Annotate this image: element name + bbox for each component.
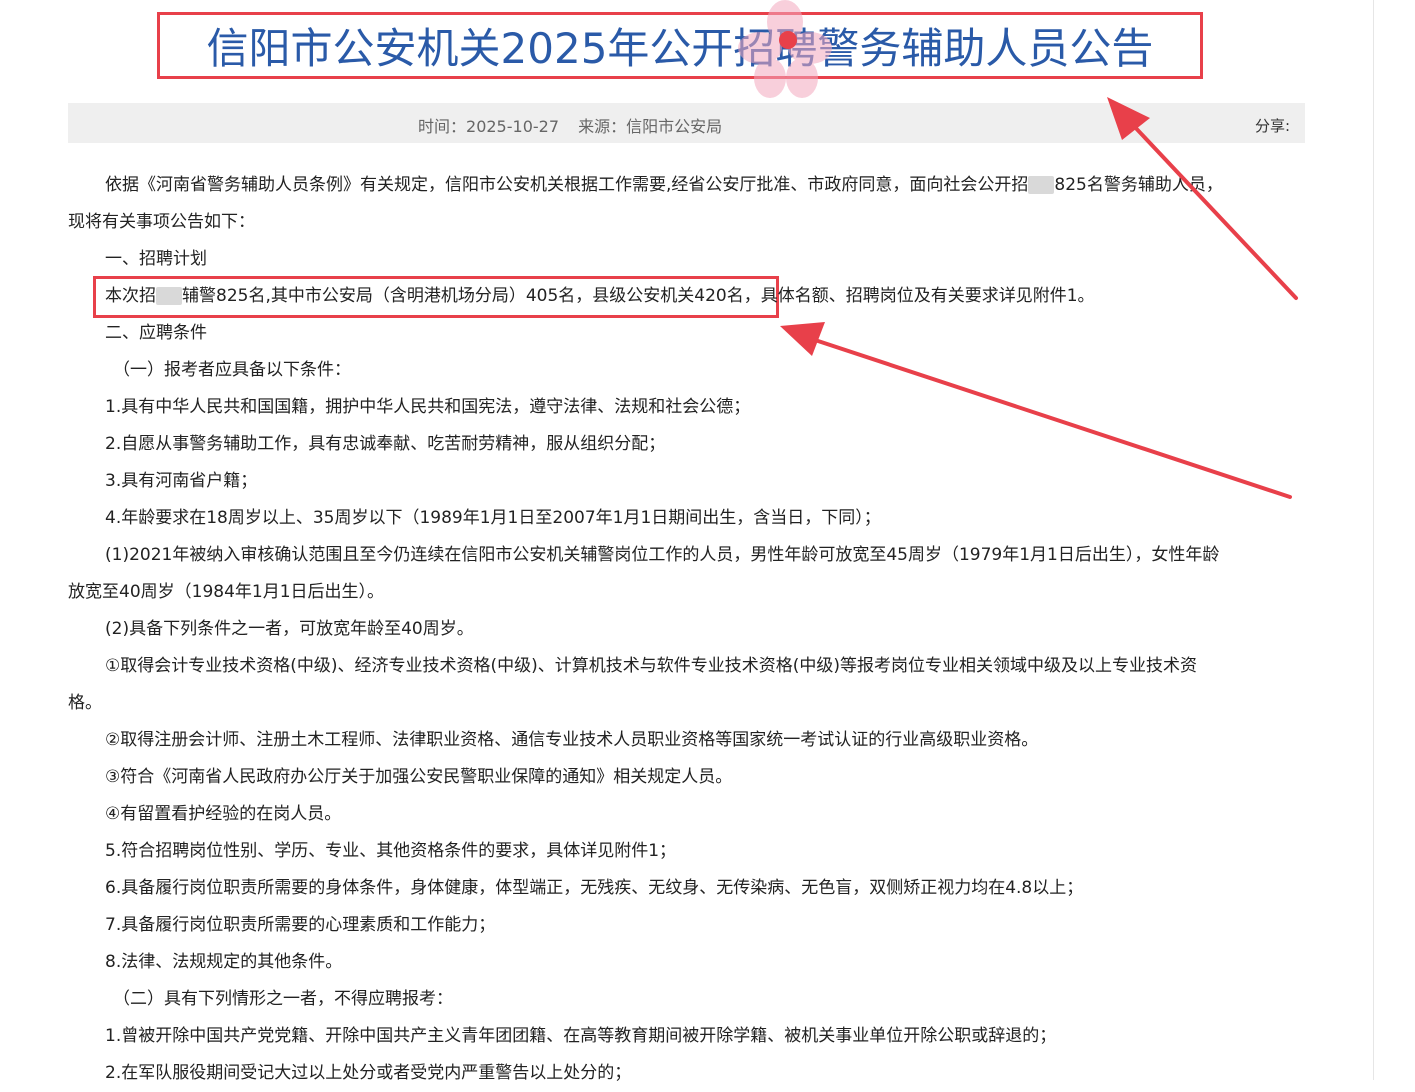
arrow-to-recruit-plan (780, 322, 1292, 499)
source-info: 来源：信阳市公安局 (578, 117, 722, 136)
time-value: 2025-10-27 (466, 117, 559, 136)
sub-heading: （二）具有下列情形之一者，不得应聘报考： (113, 989, 453, 1009)
time-label: 时间： (418, 117, 467, 136)
list-item: ①取得会计专业技术资格(中级)、经济专业技术资格(中级)、计算机技术与软件专业技… (105, 656, 1198, 676)
list-item: 1.具有中华人民共和国国籍，拥护中华人民共和国宪法，遵守法律、法规和社会公德； (105, 397, 751, 417)
page-edge-line (1373, 0, 1374, 1080)
section-heading: 一、招聘计划 (105, 249, 207, 269)
list-item: 3.具有河南省户籍； (105, 471, 258, 491)
section-heading: 二、应聘条件 (105, 323, 207, 343)
sub-heading: （一）报考者应具备以下条件： (113, 360, 351, 380)
list-item: ②取得注册会计师、注册土木工程师、法律职业资格、通信专业技术人员职业资格等国家统… (105, 730, 1039, 750)
list-item: ③符合《河南省人民政府办公厅关于加强公安民警职业保障的通知》相关规定人员。 (105, 767, 733, 787)
list-item: 2.自愿从事警务辅助工作，具有忠诚奉献、吃苦耐劳精神，服从组织分配； (105, 434, 666, 454)
list-item: 5.符合招聘岗位性别、学历、专业、其他资格条件的要求，具体详见附件1； (105, 841, 677, 861)
meta-bar: 时间：2025-10-27 来源：信阳市公安局 分享: (68, 103, 1305, 143)
share-button[interactable]: 分享: (1255, 115, 1290, 136)
list-item: 1.曾被开除中国共产党党籍、开除中国共产主义青年团团籍、在高等教育期间被开除学籍… (105, 1026, 1057, 1046)
list-item: 8.法律、法规规定的其他条件。 (105, 952, 343, 972)
source-label: 来源： (578, 117, 627, 136)
paragraph-line: 依据《河南省警务辅助人员条例》有关规定，信阳市公安机关根据工作需要,经省公安厅批… (105, 175, 1223, 195)
title-highlight-box: 信阳市公安机关2025年公开招聘警务辅助人员公告 (157, 12, 1203, 79)
source-value: 信阳市公安局 (626, 117, 723, 136)
list-item: 6.具备履行岗位职责所需要的身体条件，身体健康，体型端正，无残疾、无纹身、无传染… (105, 878, 1084, 898)
list-item-continued: 格。 (68, 693, 102, 713)
list-item: 4.年龄要求在18周岁以上、35周岁以下（1989年1月1日至2007年1月1日… (105, 508, 881, 528)
paragraph-line: 本次招 辅警825名,其中市公安局（含明港机场分局）405名，县级公安机关420名… (105, 286, 1095, 306)
paragraph-line: 现将有关事项公告如下： (68, 212, 255, 232)
list-item-continued: 放宽至40周岁（1984年1月1日后出生）。 (68, 582, 385, 602)
blurred-text (1028, 176, 1055, 194)
list-item: ④有留置看护经验的在岗人员。 (105, 804, 342, 824)
list-item: 7.具备履行岗位职责所需要的心理素质和工作能力； (105, 915, 496, 935)
list-item: (1)2021年被纳入审核确认范围且至今仍连续在信阳市公安机关辅警岗位工作的人员… (105, 545, 1220, 565)
list-item: (2)具备下列条件之一者，可放宽年龄至40周岁。 (105, 619, 474, 639)
list-item: 2.在军队服役期间受记大过以上处分或者受党内严重警告以上处分的； (105, 1063, 632, 1083)
time-info: 时间：2025-10-27 (418, 117, 559, 136)
page-title: 信阳市公安机关2025年公开招聘警务辅助人员公告 (206, 24, 1154, 73)
blurred-text (156, 287, 182, 305)
